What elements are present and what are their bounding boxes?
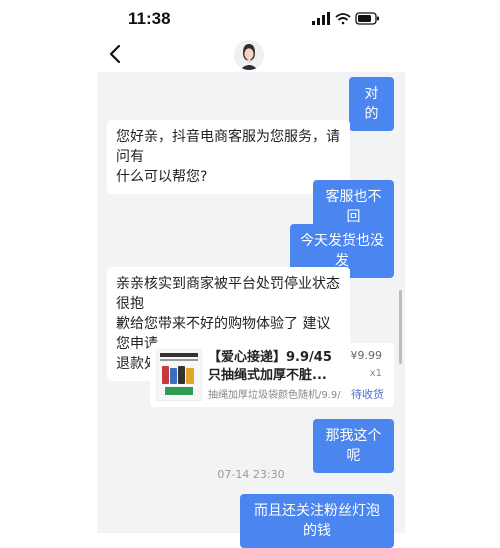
- battery-icon: [355, 12, 379, 25]
- product-title: 【爱心接递】9.9/45 只抽绳式加厚不脏...: [208, 349, 336, 385]
- product-title-line: 【爱心接递】9.9/45: [208, 350, 332, 365]
- message-bubble-sent: 那我这个呢: [313, 419, 394, 473]
- message-bubble-sent: 而且还关注粉丝灯泡的钱: [240, 494, 394, 548]
- chat-header: [0, 36, 500, 72]
- wifi-icon: [335, 13, 351, 25]
- trash-bag-product-icon: [160, 353, 198, 395]
- agent-avatar-icon: [234, 40, 264, 70]
- status-icons: [312, 12, 379, 25]
- status-time: 11:38: [128, 9, 171, 28]
- chevron-left-icon[interactable]: [108, 44, 122, 64]
- product-subtitle: 抽绳加厚垃圾袋颜色随机/9.9/3...: [208, 390, 342, 401]
- product-card[interactable]: 【爱心接递】9.9/45 只抽绳式加厚不脏... 抽绳加厚垃圾袋颜色随机/9.9…: [150, 343, 394, 407]
- message-text: 那我这个呢: [325, 428, 382, 464]
- message-bubble-sent: 对的: [349, 77, 394, 131]
- message-text-line: 亲亲核实到商家被平台处罚停业状态很抱: [116, 276, 340, 312]
- message-text-line: 什么可以帮您?: [116, 169, 208, 185]
- message-timestamp: 07-14 23:30: [217, 468, 285, 481]
- chat-scrollbar[interactable]: [399, 290, 402, 364]
- avatar[interactable]: [234, 40, 264, 70]
- message-text: 对的: [364, 86, 379, 122]
- order-status-link[interactable]: 待收货: [351, 386, 384, 402]
- product-thumbnail: [156, 349, 202, 401]
- product-title-line: 只抽绳式加厚不脏...: [208, 368, 327, 383]
- status-bar: 11:38: [0, 0, 500, 36]
- message-text: 今天发货也没发: [300, 233, 384, 269]
- message-text: 而且还关注粉丝灯泡的钱: [254, 503, 380, 539]
- product-quantity: x1: [369, 368, 382, 379]
- product-price: ¥9.99: [350, 349, 383, 362]
- message-text-line: 您好亲，抖音电商客服为您服务，请问有: [116, 129, 340, 165]
- signal-icon: [312, 12, 330, 25]
- message-text: 客服也不回: [325, 189, 382, 225]
